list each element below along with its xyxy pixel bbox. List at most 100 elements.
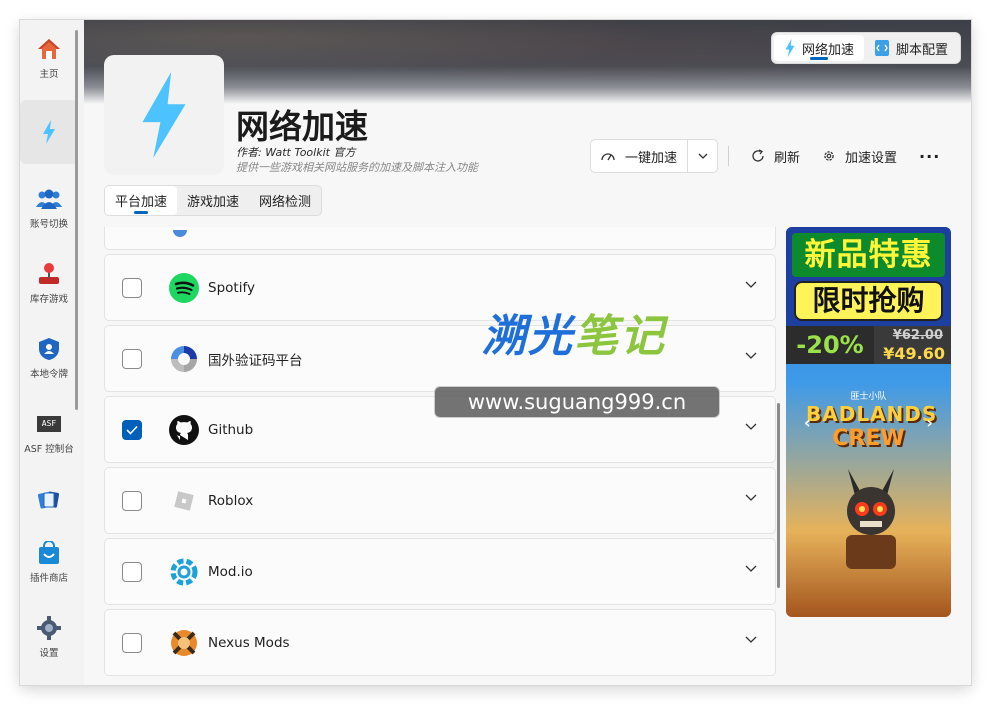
chevron-left-icon[interactable]: ‹ bbox=[804, 413, 811, 432]
one-click-accelerate-split-button: 一键加速 bbox=[590, 139, 719, 173]
sidebar-item-asf[interactable]: ASF ASF 控制台 bbox=[20, 401, 78, 465]
item-checkbox[interactable] bbox=[122, 277, 142, 298]
item-checkbox[interactable] bbox=[122, 490, 142, 511]
item-label: Spotify bbox=[208, 279, 255, 296]
chevron-down-icon[interactable] bbox=[745, 565, 757, 573]
promo-banner[interactable]: 新品特惠 限时抢购 -20% ¥62.00 ¥49.60 匪士小队 BADLAN… bbox=[786, 227, 951, 617]
shield-icon bbox=[36, 336, 62, 362]
tab-label: 网络加速 bbox=[801, 42, 854, 58]
top-tab-bar: 网络加速 脚本配置 bbox=[770, 32, 961, 64]
sidebar-item-label: 本地令牌 bbox=[29, 369, 68, 380]
sidebar-item-home[interactable]: 主页 bbox=[20, 26, 78, 90]
item-label: Github bbox=[208, 421, 254, 438]
page-title: 网络加速 bbox=[236, 107, 368, 146]
sidebar-item-library[interactable]: 库存游戏 bbox=[20, 251, 78, 315]
accelerate-label: 一键加速 bbox=[625, 150, 678, 166]
item-label: Roblox bbox=[208, 492, 254, 509]
more-options-button[interactable]: ··· bbox=[919, 147, 940, 166]
sidebar-item-accounts[interactable]: 账号切换 bbox=[20, 176, 78, 240]
tab-label: 脚本配置 bbox=[895, 42, 948, 58]
sidebar: 主页 账号切换 库存游戏 本地令牌 ASF ASF 控制台 插件商店 设置 bbox=[20, 20, 84, 685]
item-checkbox[interactable] bbox=[122, 632, 142, 653]
asf-icon: ASF bbox=[36, 411, 62, 437]
chevron-down-icon[interactable] bbox=[745, 352, 757, 360]
sidebar-item-accelerate[interactable] bbox=[20, 100, 78, 164]
game-character-illustration bbox=[846, 469, 896, 569]
list-item[interactable]: Mod.io bbox=[104, 538, 776, 605]
tab-script-config[interactable]: 脚本配置 bbox=[864, 35, 958, 61]
users-icon bbox=[36, 186, 62, 212]
joystick-icon bbox=[36, 261, 62, 287]
tab-network-check[interactable]: 网络检测 bbox=[249, 186, 321, 215]
list-scrollbar[interactable] bbox=[777, 403, 780, 588]
item-checkbox[interactable] bbox=[122, 419, 142, 440]
game-title-line-2: CREW bbox=[832, 426, 905, 451]
refresh-label: 刷新 bbox=[774, 150, 801, 166]
new-price: ¥49.60 bbox=[883, 344, 945, 363]
main-area: 网络加速 脚本配置 网络加速 作者: Watt Toolkit 官方 提供一些游… bbox=[84, 20, 971, 685]
old-price: ¥62.00 bbox=[892, 328, 943, 343]
game-title-line-1: BADLANDS bbox=[806, 402, 938, 426]
sidebar-item-label: 插件商店 bbox=[29, 573, 68, 584]
lightning-icon bbox=[36, 119, 62, 145]
game-logo: 匪士小队 BADLANDS CREW bbox=[806, 389, 938, 451]
partial-item-icon bbox=[173, 229, 187, 237]
tab-platform-accelerate[interactable]: 平台加速 bbox=[105, 186, 178, 215]
store-bag-icon bbox=[36, 540, 62, 566]
item-label: Mod.io bbox=[208, 563, 253, 580]
home-icon bbox=[36, 36, 62, 62]
description-text: 提供一些游戏相关网站服务的加速及脚本注入功能 bbox=[236, 161, 478, 174]
sidebar-item-label: 账号切换 bbox=[29, 219, 68, 230]
one-click-accelerate-button[interactable]: 一键加速 bbox=[591, 140, 687, 172]
app-window: 主页 账号切换 库存游戏 本地令牌 ASF ASF 控制台 插件商店 设置 网络… bbox=[20, 20, 971, 685]
sub-tab-bar: 平台加速 游戏加速 网络检测 bbox=[104, 185, 323, 216]
sidebar-item-label: 设置 bbox=[39, 648, 59, 659]
gear-icon bbox=[36, 615, 62, 641]
sidebar-item-label: ASF 控制台 bbox=[24, 444, 74, 455]
promo-line-1: 新品特惠 bbox=[792, 233, 945, 277]
settings-label: 加速设置 bbox=[845, 150, 898, 166]
chevron-down-icon[interactable] bbox=[745, 494, 757, 502]
game-title-cn: 匪士小队 bbox=[850, 392, 887, 402]
refresh-icon bbox=[752, 149, 764, 162]
list-item bbox=[104, 227, 776, 250]
nexus-icon bbox=[168, 627, 200, 659]
sidebar-item-label: 库存游戏 bbox=[29, 294, 68, 305]
watermark-title: 溯光笔记 bbox=[482, 311, 666, 362]
chevron-right-icon[interactable]: › bbox=[926, 413, 933, 432]
toolbar: 一键加速 刷新 加速设置 ··· bbox=[590, 139, 940, 173]
speedometer-icon bbox=[601, 153, 615, 161]
script-icon bbox=[874, 40, 889, 56]
roblox-icon bbox=[168, 485, 200, 517]
gear-icon bbox=[824, 151, 834, 161]
chevron-down-icon[interactable] bbox=[745, 423, 757, 431]
sidebar-item-authenticator[interactable]: 本地令牌 bbox=[20, 326, 78, 390]
sidebar-item-cards[interactable] bbox=[20, 468, 78, 532]
list-item[interactable]: Nexus Mods bbox=[104, 609, 776, 676]
cards-icon bbox=[36, 487, 62, 513]
item-checkbox[interactable] bbox=[122, 348, 142, 369]
item-label: Nexus Mods bbox=[208, 634, 290, 651]
chevron-down-icon[interactable] bbox=[745, 636, 757, 644]
chevron-down-icon[interactable] bbox=[745, 281, 757, 289]
item-label: 国外验证码平台 bbox=[208, 352, 303, 369]
tab-game-accelerate[interactable]: 游戏加速 bbox=[177, 186, 249, 215]
item-checkbox[interactable] bbox=[122, 561, 142, 582]
github-icon bbox=[168, 414, 200, 446]
accelerate-list: Spotify 国外验证码平台 Github Roblox Mod.io Nex… bbox=[104, 227, 776, 685]
accelerate-settings-button[interactable]: 加速设置 bbox=[822, 147, 897, 166]
lightning-icon bbox=[785, 39, 795, 57]
accelerate-dropdown-button[interactable] bbox=[687, 140, 717, 172]
tab-network-accelerate[interactable]: 网络加速 bbox=[773, 35, 864, 61]
sidebar-item-label: 主页 bbox=[39, 69, 59, 80]
lightning-icon bbox=[142, 72, 186, 158]
sidebar-item-plugin-store[interactable]: 插件商店 bbox=[20, 530, 78, 594]
watermark-url: www.suguang999.cn bbox=[434, 386, 720, 418]
sidebar-item-settings[interactable]: 设置 bbox=[20, 605, 78, 669]
promo-prices: ¥62.00 ¥49.60 bbox=[874, 326, 951, 364]
modio-icon bbox=[168, 556, 200, 588]
list-item[interactable]: Roblox bbox=[104, 467, 776, 534]
toolbar-separator bbox=[728, 146, 730, 166]
sidebar-scrollbar[interactable] bbox=[75, 30, 78, 410]
refresh-button[interactable]: 刷新 bbox=[751, 147, 800, 166]
